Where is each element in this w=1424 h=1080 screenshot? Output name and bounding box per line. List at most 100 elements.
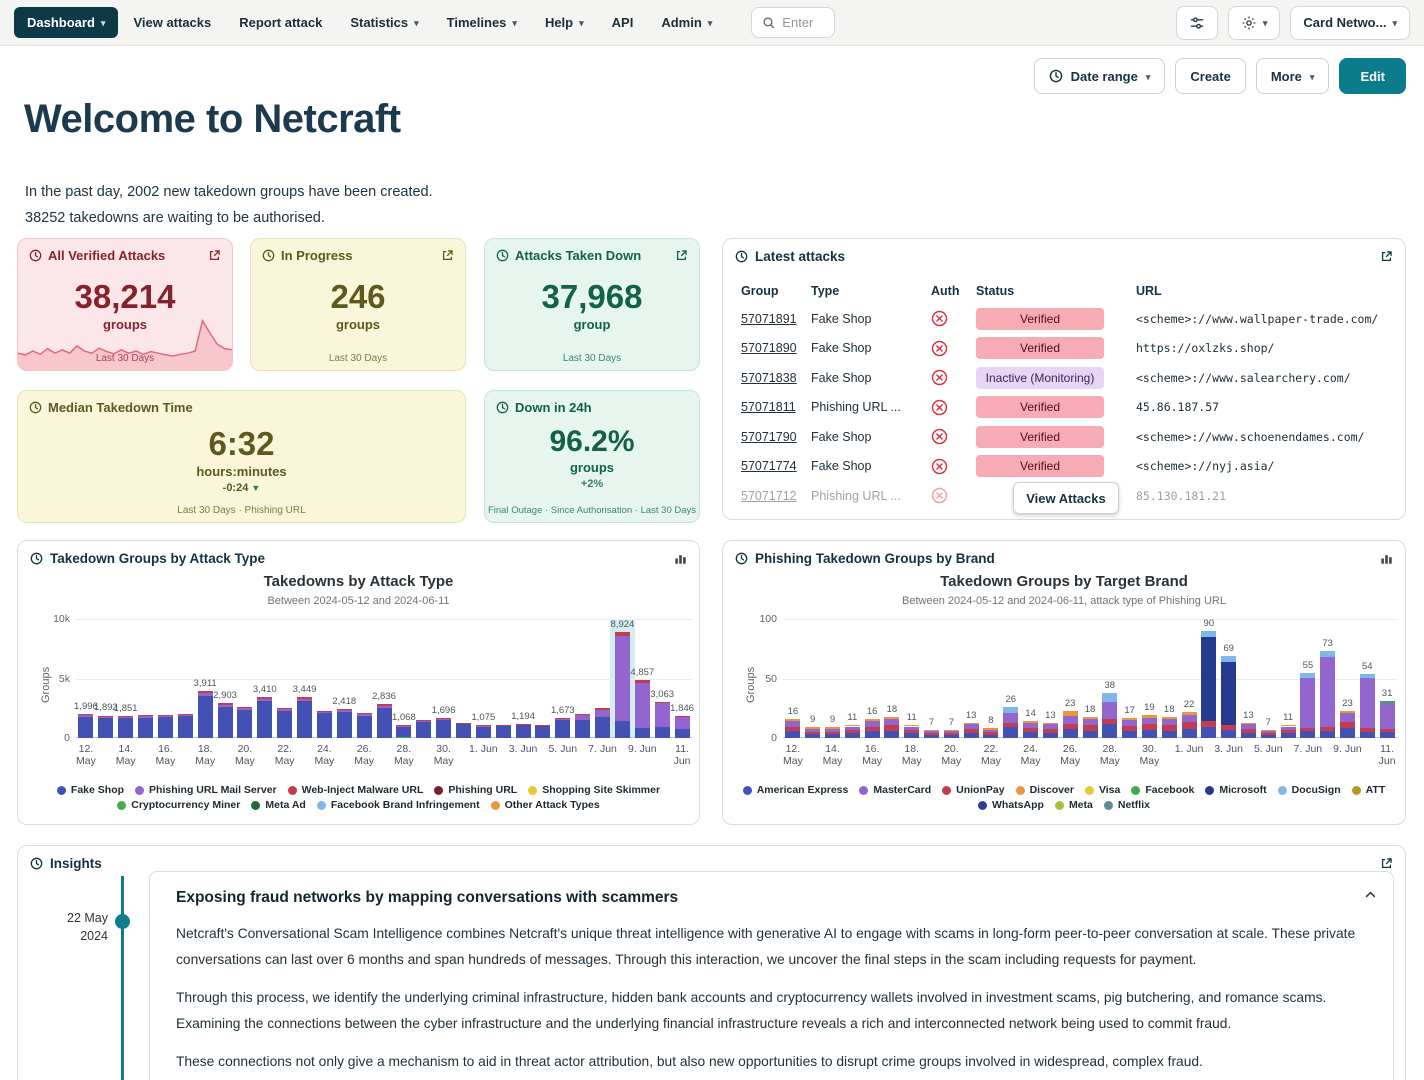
group-link[interactable]: 57071890 [741,341,797,355]
bar-may-12[interactable] [78,714,93,738]
external-link-icon[interactable] [1380,857,1393,870]
nav-item-admin[interactable]: Admin▾ [648,7,725,38]
group-link[interactable]: 57071790 [741,430,797,444]
search-input[interactable] [782,15,828,30]
nav-item-api[interactable]: API [599,7,647,38]
stat-card-in-progress[interactable]: In Progress 246 groups Last 30 Days [250,238,466,371]
nav-search[interactable] [751,7,835,38]
bar-chart-icon[interactable] [674,552,687,565]
bar-may-21[interactable] [257,697,272,738]
legend-item[interactable]: WhatsApp [978,799,1044,811]
settings-button[interactable]: ▾ [1228,6,1281,40]
bar-may-22[interactable] [983,728,998,738]
bar-may-26[interactable] [357,713,372,738]
bar-may-13[interactable] [805,727,820,738]
legend-item[interactable]: Cryptocurrency Miner [117,799,240,811]
legend-item[interactable]: MasterCard [859,784,931,796]
edit-button[interactable]: Edit [1339,58,1406,94]
bar-may-22[interactable] [277,708,292,738]
more-button[interactable]: More ▾ [1256,58,1330,94]
legend-item[interactable]: Meta [1055,799,1093,811]
bar-may-23[interactable] [297,697,312,738]
view-attacks-button[interactable]: View Attacks [1013,482,1119,514]
legend-item[interactable]: Facebook [1131,784,1194,796]
nav-item-dashboard[interactable]: Dashboard▾ [14,7,118,38]
auth-cell[interactable] [931,458,976,475]
bar-may-30[interactable] [436,718,451,738]
nav-item-view-attacks[interactable]: View attacks [120,7,224,38]
bar-may-20[interactable] [237,707,252,738]
bar-may-14[interactable] [118,716,133,738]
auth-cell[interactable] [931,369,976,386]
bar-jun-7[interactable] [595,708,610,738]
bar-may-24[interactable] [1023,721,1038,738]
bar-jun-1[interactable] [476,725,491,738]
external-link-icon[interactable] [441,249,454,262]
auth-cell[interactable] [931,340,976,357]
bar-may-17[interactable] [178,714,193,738]
bar-may-28[interactable] [396,725,411,738]
bar-chart-icon[interactable] [1380,552,1393,565]
bar-may-16[interactable] [865,719,880,738]
bar-may-25[interactable] [1043,723,1058,738]
auth-cell[interactable] [931,310,976,327]
nav-item-statistics[interactable]: Statistics▾ [337,7,431,38]
collapse-button[interactable] [1364,888,1377,904]
bar-jun-10[interactable] [1360,674,1375,738]
group-link[interactable]: 57071838 [741,371,797,385]
create-button[interactable]: Create [1175,58,1245,94]
bar-may-14[interactable] [825,727,840,738]
bar-jun-9[interactable] [1340,711,1355,738]
bar-may-31[interactable] [1162,717,1177,738]
legend-item[interactable]: Meta Ad [251,799,305,811]
legend-item[interactable]: Phishing URL [434,784,517,796]
bar-may-16[interactable] [158,715,173,738]
bar-jun-3[interactable] [1221,656,1236,738]
stat-card-median-takedown-time[interactable]: Median Takedown Time 6:32 hours:minutes … [17,390,466,523]
legend-item[interactable]: Phishing URL Mail Server [135,784,277,796]
bar-may-15[interactable] [845,725,860,738]
bar-may-20[interactable] [944,730,959,738]
bar-jun-5[interactable] [555,718,570,738]
external-link-icon[interactable] [208,249,221,262]
stat-card-down-in-24h[interactable]: Down in 24h 96.2% groups +2% Final Outag… [484,390,700,523]
legend-item[interactable]: Discover [1016,784,1074,796]
legend-item[interactable]: Shopping Site Skimmer [528,784,660,796]
bar-jun-5[interactable] [1261,730,1276,738]
bar-may-25[interactable] [337,709,352,738]
bar-may-27[interactable] [1083,717,1098,738]
bar-jun-1[interactable] [1182,712,1197,738]
auth-cell[interactable] [931,399,976,416]
external-link-icon[interactable] [1380,250,1393,263]
stat-card-attacks-taken-down[interactable]: Attacks Taken Down 37,968 group Last 30 … [484,238,700,371]
legend-item[interactable]: Web-Inject Malware URL [288,784,424,796]
preferences-button[interactable] [1176,6,1218,40]
legend-item[interactable]: Microsoft [1205,784,1266,796]
legend-item[interactable]: ATT [1352,784,1386,796]
bar-may-29[interactable] [1122,718,1137,738]
legend-item[interactable]: Netflix [1104,799,1150,811]
group-link[interactable]: 57071774 [741,459,797,473]
bar-jun-2[interactable] [496,725,511,738]
bar-jun-11[interactable] [675,716,690,738]
legend-item[interactable]: UnionPay [942,784,1004,796]
legend-item[interactable]: Visa [1085,784,1120,796]
stat-card-all-verified-attacks[interactable]: All Verified Attacks 38,214 groups Last … [17,238,233,371]
bar-may-29[interactable] [416,720,431,738]
bar-jun-6[interactable] [1281,725,1296,738]
group-link[interactable]: 57071811 [741,400,796,414]
date-range-button[interactable]: Date range ▾ [1034,58,1166,94]
legend-item[interactable]: Fake Shop [57,784,124,796]
group-link[interactable]: 57071712 [741,489,797,503]
bar-jun-4[interactable] [535,725,550,738]
nav-item-timelines[interactable]: Timelines▾ [434,7,530,38]
legend-item[interactable]: American Express [743,784,849,796]
auth-cell[interactable] [931,487,976,504]
bar-may-26[interactable] [1063,711,1078,738]
legend-item[interactable]: DocuSign [1278,784,1341,796]
bar-jun-6[interactable] [575,714,590,738]
group-link[interactable]: 57071891 [741,312,797,326]
bar-may-24[interactable] [317,711,332,738]
bar-jun-8[interactable] [615,632,630,738]
bar-may-19[interactable] [218,703,233,738]
